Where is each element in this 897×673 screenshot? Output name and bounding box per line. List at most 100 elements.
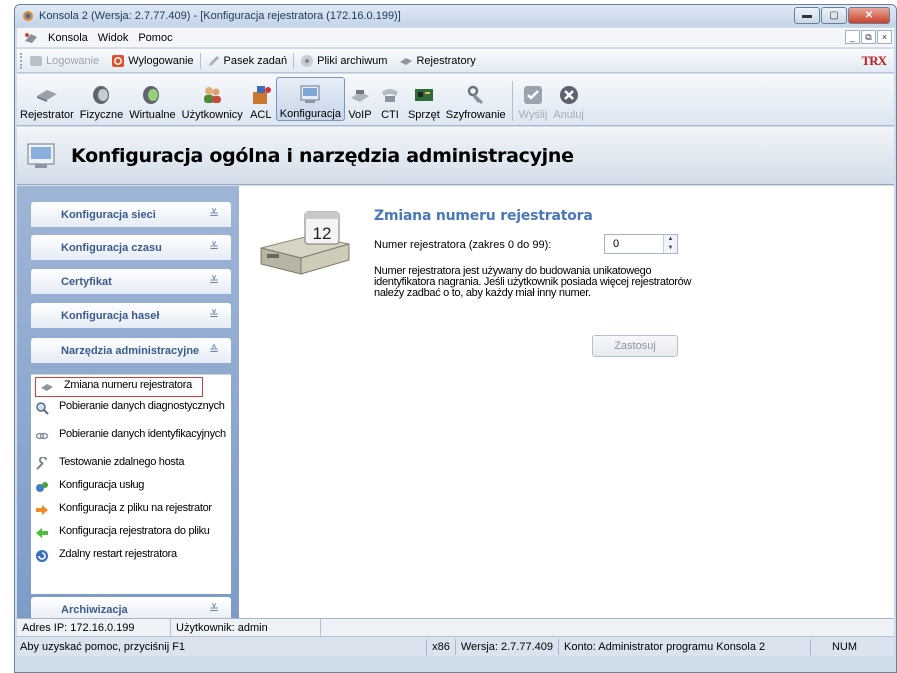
- chain-icon: [35, 432, 49, 440]
- magnifier-icon: [36, 402, 49, 415]
- toolbar-konfiguracja-button[interactable]: Konfiguracja: [275, 77, 345, 121]
- spin-up-icon[interactable]: ▲: [664, 235, 677, 244]
- recorder-icon: [400, 57, 413, 65]
- minimize-button[interactable]: ▬: [794, 7, 820, 24]
- arrow-left-icon: [36, 528, 48, 538]
- toolbar-cti-button[interactable]: CTI: [375, 77, 405, 121]
- mdi-minimize-button[interactable]: _: [845, 30, 860, 44]
- section-title: Zmiana numeru rejestratora: [374, 208, 593, 224]
- mdi-close-button[interactable]: ×: [877, 30, 892, 44]
- encryption-icon: [467, 85, 483, 104]
- toolbar-acl-button[interactable]: ACL: [246, 77, 276, 121]
- cti-icon: [381, 89, 398, 102]
- configuration-icon: [27, 143, 55, 168]
- account-indicator: Konto: Administrator programu Konsola 2: [558, 638, 810, 655]
- panel-certificate[interactable]: Certyfikat ≚: [31, 269, 231, 294]
- toolbar-sprzet-button[interactable]: Sprzęt: [405, 77, 443, 121]
- chevron-down-icon[interactable]: ≚: [209, 308, 219, 322]
- content-area: 12 Zmiana numeru rejestratora Numer reje…: [239, 186, 894, 618]
- maximize-button[interactable]: ▢: [821, 7, 847, 24]
- recorder-icon: [41, 384, 53, 391]
- chevron-up-icon[interactable]: ≙: [209, 343, 219, 357]
- panel-admin-tools[interactable]: Narzędzia administracyjne ≙: [31, 338, 231, 363]
- configuration-icon: [300, 85, 320, 103]
- cancel-icon: [559, 86, 578, 104]
- taskbar-button[interactable]: Pasek zadań: [201, 54, 294, 68]
- menu-bar: Konsola Widok Pomoc _ ⧉ ×: [17, 28, 894, 48]
- help-hint: Aby uzyskać pomoc, przyciśnij F1: [20, 640, 186, 653]
- virtual-channels-icon: [143, 86, 160, 104]
- arrow-right-icon: [36, 505, 48, 515]
- main-window: Konsola 2 (Wersja: 2.7.77.409) - [Konfig…: [14, 4, 897, 673]
- app-icon: [23, 11, 33, 21]
- chevron-down-icon[interactable]: ≚: [209, 240, 219, 254]
- title-bar: Konsola 2 (Wersja: 2.7.77.409) - [Konfig…: [15, 5, 896, 27]
- task-identification-data[interactable]: Pobieranie danych identyfikacyjnych: [35, 429, 227, 443]
- task-diagnostic-data[interactable]: Pobieranie danych diagnostycznych: [35, 401, 227, 415]
- send-icon: [523, 86, 542, 104]
- logout-button[interactable]: Wylogowanie: [105, 54, 199, 68]
- recorders-button[interactable]: Rejestratory: [393, 54, 481, 68]
- login-button[interactable]: Logowanie: [23, 54, 105, 68]
- task-change-recorder-number[interactable]: Zmiana numeru rejestratora: [35, 377, 203, 397]
- restart-icon: [36, 550, 48, 562]
- task-config-to-file[interactable]: Konfiguracja rejestratora do pliku: [35, 526, 227, 540]
- chevron-down-icon[interactable]: ≚: [209, 274, 219, 288]
- document-icon: [25, 32, 37, 43]
- toolbar-wyslij-button[interactable]: Wyślij: [516, 77, 551, 121]
- toolbar-fizyczne-button[interactable]: Fizyczne: [77, 77, 126, 121]
- calendar-day: 12: [313, 224, 332, 243]
- apply-button[interactable]: Zastosuj: [592, 335, 678, 357]
- panel-network-config[interactable]: Konfiguracja sieci ≚: [31, 202, 231, 227]
- archive-icon: [301, 54, 314, 67]
- archive-files-button[interactable]: Pliki archiwum: [294, 54, 393, 68]
- task-remote-host-test[interactable]: Testowanie zdalnego hosta: [35, 457, 227, 471]
- current-user: Użytkownik: admin: [171, 619, 321, 636]
- logout-icon: [112, 54, 125, 67]
- window-title: Konsola 2 (Wersja: 2.7.77.409) - [Konfig…: [39, 10, 401, 22]
- toolbar-uzytkownicy-button[interactable]: Użytkownicy: [179, 77, 246, 121]
- task-services-config[interactable]: Konfiguracja usług: [35, 480, 227, 494]
- panel-password-config[interactable]: Konfiguracja haseł ≚: [31, 303, 231, 328]
- ip-address: Adres IP: 172.16.0.199: [17, 619, 171, 636]
- task-remote-restart[interactable]: Zdalny restart rejestratora: [35, 549, 227, 563]
- admin-tools-list: Zmiana numeru rejestratora Pobieranie da…: [31, 374, 231, 594]
- sidebar: Konfiguracja sieci ≚ Konfiguracja czasu …: [17, 186, 239, 622]
- task-config-from-file[interactable]: Konfiguracja z pliku na rejestrator: [35, 503, 227, 517]
- login-icon: [30, 55, 42, 66]
- spin-down-icon[interactable]: ▼: [664, 244, 677, 253]
- physical-channels-icon: [92, 86, 109, 104]
- main-toolbar: Rejestrator Fizyczne Wirtualne Użytkowni…: [17, 74, 894, 126]
- version-indicator: Wersja: 2.7.77.409: [454, 638, 558, 655]
- brand-logo: TRX: [861, 53, 887, 68]
- toolbar-szyfrowanie-button[interactable]: Szyfrowanie: [443, 77, 509, 121]
- chevron-down-icon[interactable]: ≚: [209, 207, 219, 221]
- close-button[interactable]: ✕: [848, 7, 890, 24]
- resize-grip[interactable]: [878, 639, 894, 655]
- pencil-icon: [208, 55, 219, 66]
- toolbar-rejestrator-button[interactable]: Rejestrator: [17, 77, 77, 121]
- chevron-down-icon[interactable]: ≚: [209, 602, 219, 616]
- description-text: Numer rejestratora jest używany do budow…: [374, 265, 692, 299]
- recorder-number-stepper[interactable]: ▲ ▼: [604, 234, 678, 254]
- wrench-icon: [36, 457, 47, 470]
- toolbar-voip-button[interactable]: VoIP: [345, 77, 375, 121]
- toolbar-anuluj-button[interactable]: Anuluj: [550, 77, 587, 121]
- mdi-restore-button[interactable]: ⧉: [861, 30, 876, 44]
- hardware-icon: [414, 89, 433, 101]
- num-lock-indicator: NUM: [810, 638, 878, 655]
- recorder-number-input[interactable]: [605, 235, 661, 253]
- services-icon: [36, 482, 48, 492]
- voip-icon: [350, 90, 369, 102]
- quick-bar: Logowanie Wylogowanie Pasek zadań Pliki …: [17, 49, 894, 73]
- arch-indicator: x86: [426, 638, 455, 655]
- menu-konsola[interactable]: Konsola: [43, 32, 93, 44]
- menu-pomoc[interactable]: Pomoc: [133, 32, 177, 44]
- recorder-number-label: Numer rejestratora (zakres 0 do 99):: [374, 239, 552, 251]
- panel-time-config[interactable]: Konfiguracja czasu ≚: [31, 235, 231, 260]
- connection-status-bar: Adres IP: 172.16.0.199 Użytkownik: admin: [17, 618, 894, 636]
- menu-widok[interactable]: Widok: [93, 32, 134, 44]
- toolbar-wirtualne-button[interactable]: Wirtualne: [126, 77, 178, 121]
- page-header: Konfiguracja ogólna i narzędzia administ…: [17, 127, 894, 185]
- recorder-calendar-icon: 12: [260, 211, 350, 275]
